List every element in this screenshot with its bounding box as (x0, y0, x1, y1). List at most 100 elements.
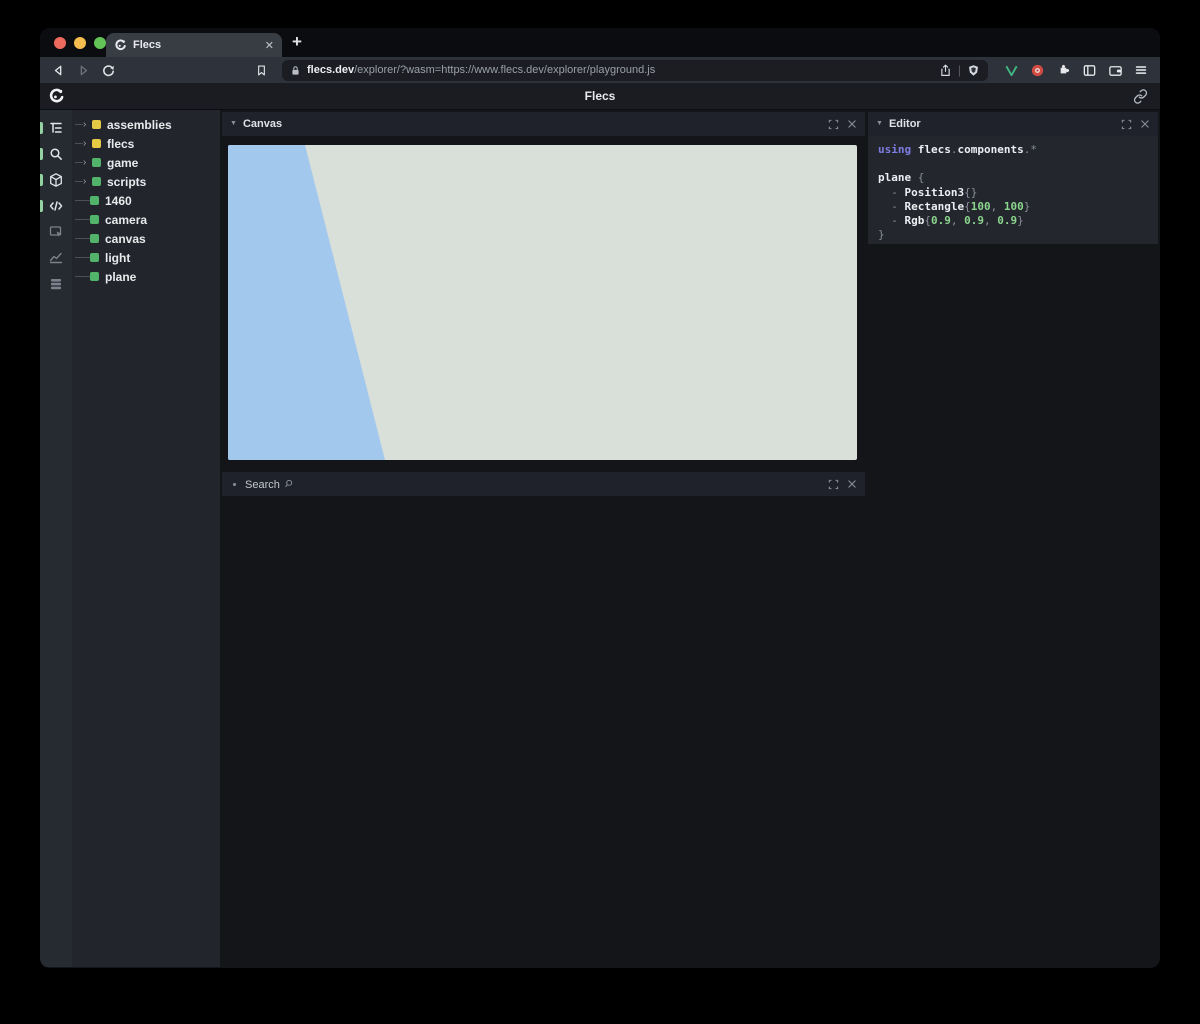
entity-label: flecs (107, 137, 134, 151)
app-header: Flecs (40, 83, 1160, 110)
left-icon-sidebar (40, 110, 72, 967)
collapse-chevron-icon[interactable]: ▼ (230, 120, 237, 127)
entity-type-icon (90, 272, 99, 281)
entity-label: assemblies (107, 118, 172, 132)
tree-guide-line (75, 143, 83, 144)
entity-type-icon (92, 158, 101, 167)
entity-type-icon (90, 196, 99, 205)
tree-row[interactable]: plane (72, 267, 220, 286)
chart-icon (48, 250, 64, 266)
tree-guide-line (75, 238, 90, 239)
fullscreen-icon[interactable] (1121, 119, 1132, 130)
tab-title: Flecs (133, 39, 259, 51)
sidebar-item-tree[interactable] (40, 115, 72, 141)
tree-row[interactable]: light (72, 248, 220, 267)
canvas-panel-title: Canvas (243, 118, 822, 130)
browser-menu-icon[interactable] (1132, 61, 1150, 79)
red-extension-icon[interactable] (1028, 61, 1046, 79)
sidebar-item-code[interactable] (40, 193, 72, 219)
tree-row[interactable]: › assemblies (72, 115, 220, 134)
fullscreen-icon[interactable] (828, 119, 839, 130)
tree-guide-line (75, 200, 90, 201)
fullscreen-icon[interactable] (828, 479, 839, 490)
zoom-window-button[interactable] (94, 37, 106, 49)
tree-row[interactable]: 1460 (72, 191, 220, 210)
entity-type-icon (92, 120, 101, 129)
extensions-puzzle-icon[interactable] (1054, 61, 1072, 79)
browser-toolbar: flecs.dev/explorer/?wasm=https://www.fle… (40, 57, 1160, 83)
toolbar-separator: | (958, 63, 961, 77)
sidebar-item-search[interactable] (40, 141, 72, 167)
entity-type-icon (92, 139, 101, 148)
entity-tree-panel: › assemblies › flecs › game › (72, 110, 220, 967)
wallet-icon[interactable] (1106, 61, 1124, 79)
expand-chevron-icon[interactable]: › (83, 157, 90, 168)
search-glass-icon (283, 478, 294, 489)
close-panel-icon[interactable] (847, 119, 857, 129)
brave-shield-icon[interactable] (967, 64, 980, 77)
sidebar-item-stats[interactable] (40, 245, 72, 271)
collapse-chevron-icon[interactable]: ▼ (876, 120, 883, 127)
bookmark-icon[interactable] (253, 62, 270, 79)
collapsed-dot-icon[interactable] (233, 483, 236, 486)
cube-icon (48, 172, 64, 188)
sidebar-toggle-icon[interactable] (1080, 61, 1098, 79)
tree-guide-line (75, 124, 83, 125)
tab-bar: Flecs ✕ + (40, 28, 1160, 57)
active-indicator (40, 174, 43, 186)
back-button[interactable] (50, 62, 67, 79)
expand-chevron-icon[interactable]: › (83, 176, 90, 187)
sidebar-item-inspect[interactable] (40, 219, 72, 245)
sidebar-item-entities[interactable] (40, 167, 72, 193)
active-indicator (40, 122, 43, 134)
entity-label: camera (105, 213, 147, 227)
active-indicator (40, 200, 43, 212)
entity-label: game (107, 156, 138, 170)
url-path: /explorer/?wasm=https://www.flecs.dev/ex… (354, 64, 655, 76)
tab-flecs[interactable]: Flecs ✕ (106, 33, 282, 57)
main-area: ▼ Canvas Search (220, 110, 1160, 967)
vue-devtools-icon[interactable] (1002, 61, 1020, 79)
tree-row[interactable]: camera (72, 210, 220, 229)
entity-label: plane (105, 270, 136, 284)
entity-type-icon (92, 177, 101, 186)
expand-chevron-icon[interactable]: › (83, 119, 90, 130)
close-panel-icon[interactable] (1140, 119, 1150, 129)
traffic-lights (54, 37, 106, 49)
entity-label: 1460 (105, 194, 132, 208)
search-panel-header: Search (222, 472, 865, 496)
active-indicator (40, 148, 43, 160)
page-title: Flecs (585, 89, 616, 103)
canvas-panel-header: ▼ Canvas (222, 112, 865, 136)
minimize-window-button[interactable] (74, 37, 86, 49)
forward-button[interactable] (75, 62, 92, 79)
tree-row[interactable]: canvas (72, 229, 220, 248)
code-editor[interactable]: using flecs.components.* plane { - Posit… (868, 136, 1158, 244)
sidebar-item-tables[interactable] (40, 271, 72, 297)
rows-icon (48, 276, 64, 292)
url-bar[interactable]: flecs.dev/explorer/?wasm=https://www.fle… (282, 60, 988, 81)
tree-row[interactable]: › scripts (72, 172, 220, 191)
entity-label: scripts (107, 175, 146, 189)
reload-button[interactable] (100, 62, 117, 79)
tab-close-icon[interactable]: ✕ (265, 39, 274, 52)
new-tab-button[interactable]: + (292, 32, 302, 52)
close-window-button[interactable] (54, 37, 66, 49)
search-icon (48, 146, 64, 162)
entity-label: light (105, 251, 130, 265)
entity-type-icon (90, 234, 99, 243)
tree-row[interactable]: › flecs (72, 134, 220, 153)
close-panel-icon[interactable] (847, 479, 857, 489)
inspect-icon (48, 224, 64, 240)
expand-chevron-icon[interactable]: › (83, 138, 90, 149)
url-domain: flecs.dev (307, 64, 354, 76)
editor-panel-title: Editor (889, 118, 1115, 130)
entity-type-icon (90, 253, 99, 262)
tree-row[interactable]: › game (72, 153, 220, 172)
rendered-scene (228, 145, 857, 460)
tree-guide-line (75, 162, 83, 163)
canvas-3d-view[interactable] (228, 145, 857, 460)
share-icon[interactable] (939, 64, 952, 77)
favicon-flecs-icon (114, 39, 127, 52)
permalink-icon[interactable] (1133, 89, 1148, 104)
